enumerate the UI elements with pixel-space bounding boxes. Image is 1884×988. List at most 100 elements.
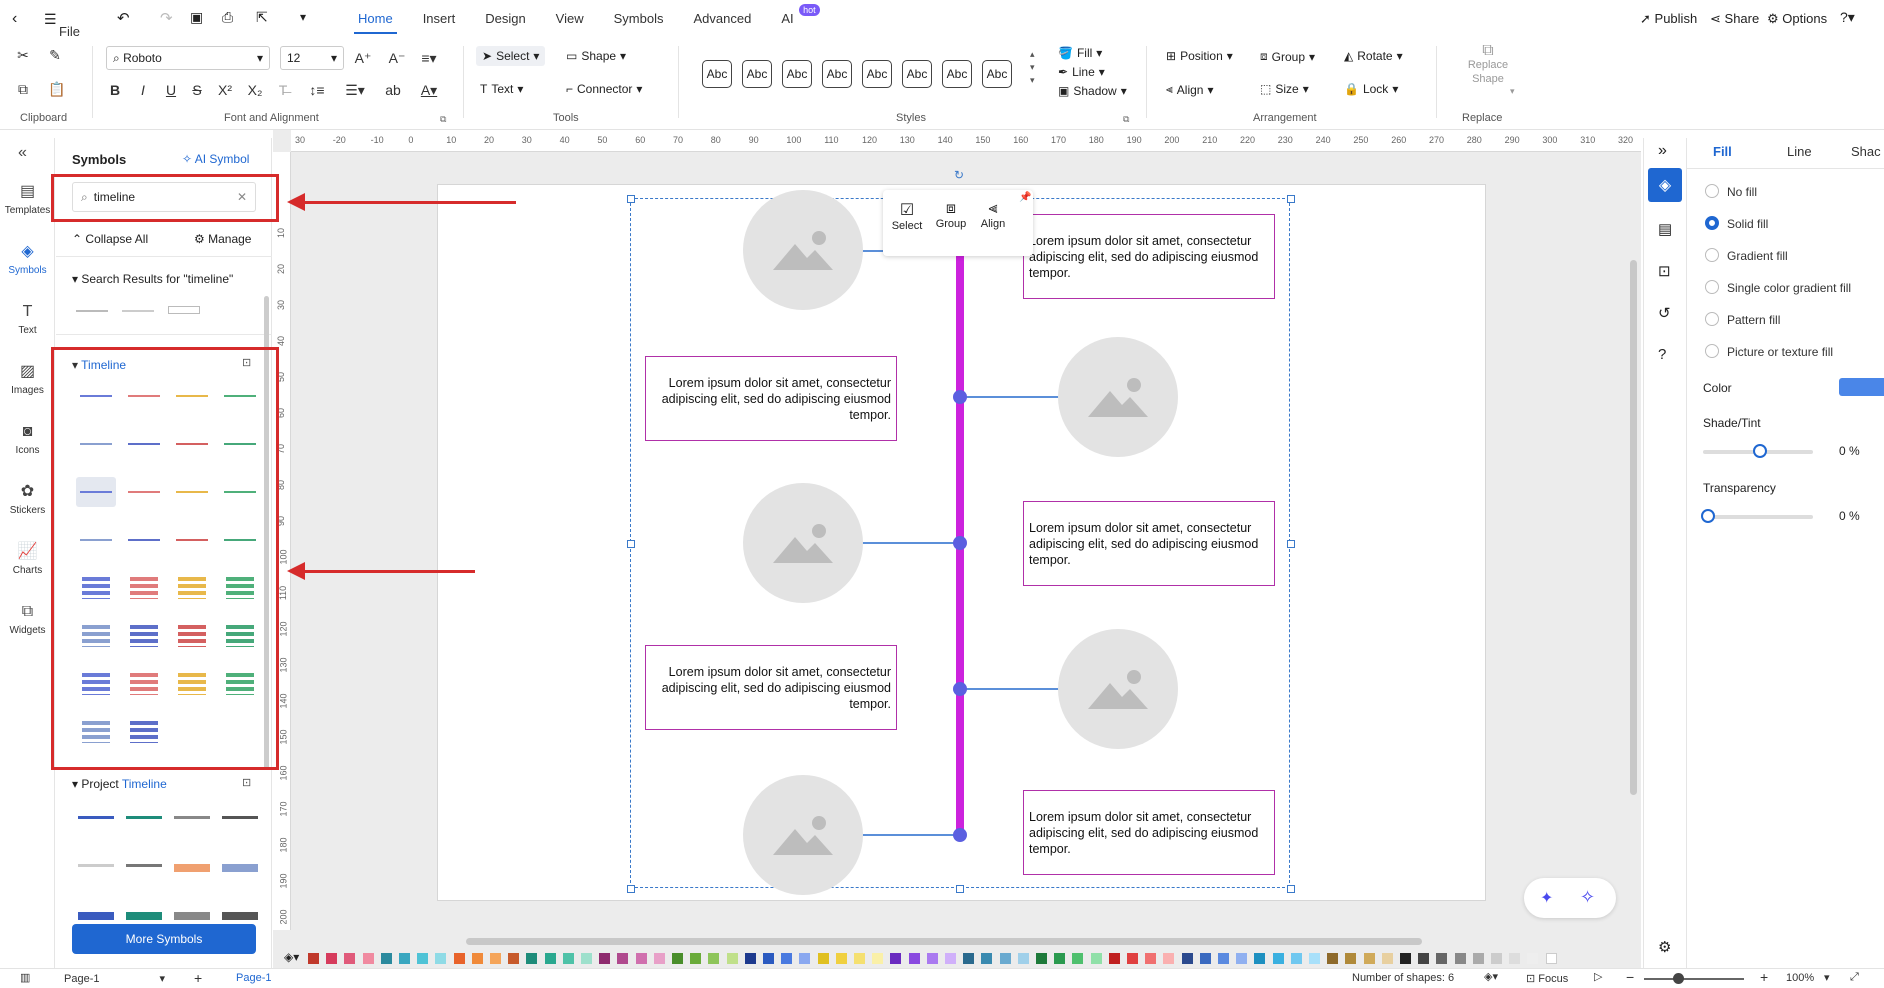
color-swatch[interactable] xyxy=(981,953,993,964)
image-placeholder[interactable] xyxy=(1058,337,1178,457)
pin-icon[interactable]: 📌 xyxy=(1019,192,1031,203)
bullet-list-icon[interactable]: ☰▾ xyxy=(345,81,365,99)
tab-line[interactable]: Line xyxy=(1787,144,1812,159)
timeline-text-box[interactable]: Lorem ipsum dolor sit amet, consectetur … xyxy=(1023,790,1275,875)
size-button[interactable]: ⬚ Size ▾ xyxy=(1260,82,1309,96)
style-swatch[interactable]: Abc xyxy=(822,60,852,88)
radio-gradient-fill[interactable] xyxy=(1705,248,1719,262)
image-placeholder[interactable] xyxy=(743,190,863,310)
symbol-thumbnail[interactable] xyxy=(164,296,204,326)
underline-icon[interactable]: U xyxy=(162,81,180,99)
tab-view[interactable]: View xyxy=(556,0,584,38)
color-swatch[interactable] xyxy=(581,953,592,964)
clear-format-icon[interactable]: T̶ xyxy=(274,81,292,99)
color-swatch[interactable] xyxy=(963,953,975,964)
line-spacing-icon[interactable]: ↕≡ xyxy=(308,81,326,99)
increase-font-icon[interactable]: A⁺ xyxy=(354,49,372,67)
image-placeholder[interactable] xyxy=(743,775,863,895)
color-swatch[interactable] xyxy=(471,953,483,964)
color-swatch[interactable] xyxy=(653,953,665,964)
zoom-slider-thumb[interactable] xyxy=(1673,973,1684,984)
color-swatch[interactable] xyxy=(1145,953,1157,964)
more-icon[interactable]: ▾ xyxy=(300,10,306,24)
resize-handle[interactable] xyxy=(1287,195,1295,203)
color-swatch[interactable] xyxy=(453,953,465,964)
color-swatch[interactable] xyxy=(362,953,374,964)
group-button[interactable]: ⧈ Group ▾ xyxy=(1260,49,1315,64)
color-swatch[interactable] xyxy=(1054,953,1066,964)
font-size-select[interactable]: 12 ▾ xyxy=(280,46,344,70)
horizontal-scrollbar[interactable] xyxy=(466,938,1422,945)
color-swatch[interactable] xyxy=(1272,953,1284,964)
format-painter-icon[interactable]: ✎ xyxy=(46,46,64,64)
timeline-node[interactable] xyxy=(953,536,967,550)
symbol-thumbnail[interactable] xyxy=(172,804,212,834)
symbol-thumbnail[interactable] xyxy=(118,296,158,326)
tab-design[interactable]: Design xyxy=(485,0,525,38)
expand-icon[interactable]: ⧉ xyxy=(440,114,446,125)
options-button[interactable]: ⚙ Options xyxy=(1767,11,1827,27)
transparency-slider[interactable] xyxy=(1703,515,1813,519)
subscript-icon[interactable]: X₂ xyxy=(246,81,264,99)
tab-advanced[interactable]: Advanced xyxy=(693,0,751,38)
timeline-text-box[interactable]: Lorem ipsum dolor sit amet, consectetur … xyxy=(645,356,897,441)
radio-no-fill[interactable] xyxy=(1705,184,1719,198)
superscript-icon[interactable]: X² xyxy=(216,81,234,99)
text-case-icon[interactable]: ab xyxy=(384,81,402,99)
font-family-select[interactable]: ⌕ Roboto ▾ xyxy=(106,46,270,70)
project-timeline-header[interactable]: ▾ Project Timeline xyxy=(72,777,167,791)
help-icon[interactable]: ? xyxy=(1658,346,1666,363)
nav-templates[interactable]: ▤ Templates xyxy=(0,182,55,216)
line-button[interactable]: ✒ Line ▾ xyxy=(1058,65,1105,79)
color-swatch[interactable] xyxy=(1127,953,1138,964)
color-swatch[interactable] xyxy=(781,953,793,964)
color-swatch[interactable] xyxy=(1363,953,1375,964)
decrease-font-icon[interactable]: A⁻ xyxy=(388,49,406,67)
focus-button[interactable]: ⊡ Focus xyxy=(1526,972,1568,985)
color-swatch[interactable] xyxy=(1454,953,1466,964)
color-swatch[interactable] xyxy=(1290,953,1302,964)
color-swatch[interactable] xyxy=(1254,953,1266,964)
color-swatch[interactable] xyxy=(1163,953,1175,964)
print-icon[interactable]: ⎙ xyxy=(222,9,233,26)
gallery-scroll-icon[interactable]: ▴ ▾ ▾ xyxy=(1030,48,1035,87)
connector-line[interactable] xyxy=(860,834,960,836)
zoom-in-icon[interactable]: + xyxy=(1760,969,1768,985)
shape-tool-button[interactable]: ▭ Shape ▾ xyxy=(566,49,626,63)
rotate-button[interactable]: ◭ Rotate ▾ xyxy=(1344,49,1403,63)
color-swatch[interactable] xyxy=(744,953,756,964)
ai-sparkle-icon[interactable]: ✧ xyxy=(1580,887,1595,908)
symbol-thumbnail[interactable] xyxy=(124,804,164,834)
color-swatch[interactable] xyxy=(1509,953,1521,964)
manage-button[interactable]: ⚙ Manage xyxy=(194,232,251,246)
color-swatch[interactable] xyxy=(872,953,884,964)
color-swatch[interactable] xyxy=(508,953,520,964)
color-swatch[interactable] xyxy=(908,953,920,964)
style-swatch[interactable]: Abc xyxy=(982,60,1012,88)
align-button[interactable]: ⫷ Align ▾ xyxy=(1166,82,1214,97)
zoom-slider[interactable] xyxy=(1644,978,1744,980)
image-placeholder[interactable] xyxy=(1058,629,1178,749)
color-swatch[interactable] xyxy=(380,953,392,964)
transparency-slider-thumb[interactable] xyxy=(1701,509,1715,523)
color-swatch[interactable] xyxy=(490,953,501,964)
color-swatch[interactable] xyxy=(945,953,956,964)
resize-handle[interactable] xyxy=(627,195,635,203)
page-tab[interactable]: Page-1 xyxy=(236,972,271,984)
transparency-value[interactable]: 0 % xyxy=(1839,509,1860,523)
float-select-button[interactable]: ☑ Select xyxy=(889,200,925,232)
nav-text[interactable]: T Text xyxy=(0,302,55,336)
connector-line[interactable] xyxy=(960,396,1060,398)
color-swatch[interactable] xyxy=(1236,953,1248,964)
radio-pattern-fill[interactable] xyxy=(1705,312,1719,326)
tab-fill[interactable]: Fill xyxy=(1713,144,1732,159)
color-swatch[interactable] xyxy=(1199,953,1211,964)
float-group-button[interactable]: ⧈ Group xyxy=(933,200,969,230)
color-swatch[interactable] xyxy=(726,953,738,964)
symbol-thumbnail[interactable] xyxy=(72,296,112,326)
bold-icon[interactable]: B xyxy=(106,81,124,99)
color-swatch[interactable] xyxy=(926,953,938,964)
export-icon[interactable]: ⇱ xyxy=(256,9,268,26)
color-swatch[interactable] xyxy=(835,953,847,964)
style-swatch[interactable]: Abc xyxy=(862,60,892,88)
